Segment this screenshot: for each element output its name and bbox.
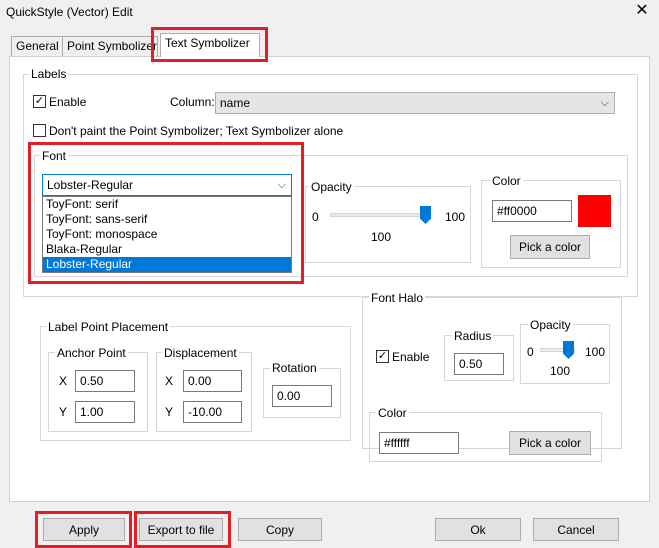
halo-opacity-max: 100 [585, 345, 606, 359]
anchor-y-input[interactable]: 1.00 [75, 401, 135, 423]
ok-button[interactable]: Ok [435, 518, 521, 541]
column-label: Column: [170, 95, 215, 109]
anchor-x-label: X [59, 374, 68, 388]
anchor-x-input[interactable]: 0.50 [75, 370, 135, 392]
rotation-group-title: Rotation [270, 361, 319, 375]
cancel-button[interactable]: Cancel [533, 518, 619, 541]
color-hex-input[interactable]: #ff0000 [492, 200, 572, 222]
halo-color-title: Color [376, 406, 409, 420]
quickstyle-window: QuickStyle (Vector) Edit ✕ General Point… [0, 0, 659, 548]
displacement-x-input[interactable]: 0.00 [183, 370, 242, 392]
color-group-title: Color [490, 174, 523, 188]
displacement-x-label: X [165, 374, 174, 388]
color-swatch [578, 195, 611, 227]
window-title: QuickStyle (Vector) Edit [6, 5, 133, 19]
placement-group-title: Label Point Placement [46, 320, 171, 334]
close-icon[interactable]: ✕ [632, 1, 652, 21]
halo-pick-color-button[interactable]: Pick a color [509, 431, 591, 455]
labels-enable-label: Enable [49, 95, 87, 109]
halo-color-hex-input[interactable]: #ffffff [379, 432, 459, 454]
font-highlight-box [28, 142, 304, 284]
opacity-group-title: Opacity [309, 180, 354, 194]
halo-enable-label: Enable [392, 350, 430, 364]
opacity-slider[interactable] [330, 213, 430, 217]
pick-color-button[interactable]: Pick a color [510, 235, 590, 259]
halo-enable-checkbox[interactable]: ✓ [376, 350, 389, 363]
halo-group-title: Font Halo [369, 291, 426, 305]
dont-paint-label: Don't paint the Point Symbolizer; Text S… [49, 124, 344, 138]
displacement-y-label: Y [165, 405, 174, 419]
halo-radius-input[interactable]: 0.50 [454, 353, 504, 375]
export-highlight-box [134, 511, 231, 548]
chevron-down-icon: ⌵ [600, 97, 609, 109]
copy-button[interactable]: Copy [238, 518, 322, 541]
tab-point-symbolizer[interactable]: Point Symbolizer [62, 36, 158, 56]
displacement-y-input[interactable]: -10.00 [183, 401, 242, 423]
column-select[interactable]: name ⌵ [215, 92, 615, 114]
opacity-max: 100 [445, 210, 466, 224]
opacity-group [305, 186, 471, 263]
opacity-value: 100 [371, 230, 392, 244]
halo-radius-title: Radius [452, 329, 494, 343]
anchor-y-label: Y [59, 405, 68, 419]
anchor-group-title: Anchor Point [55, 346, 128, 360]
column-value: name [220, 96, 251, 110]
labels-enable-checkbox[interactable]: ✓ [33, 95, 46, 108]
labels-group-title: Labels [29, 67, 69, 81]
opacity-min: 0 [312, 210, 319, 224]
tab-highlight-box [151, 27, 268, 62]
halo-opacity-value: 100 [550, 364, 571, 378]
halo-opacity-title: Opacity [528, 318, 573, 332]
halo-opacity-min: 0 [527, 345, 534, 359]
dont-paint-checkbox[interactable] [33, 124, 46, 137]
rotation-input[interactable]: 0.00 [272, 385, 332, 407]
apply-highlight-box [35, 511, 132, 548]
tab-general[interactable]: General [11, 36, 63, 56]
displacement-group-title: Displacement [162, 346, 239, 360]
